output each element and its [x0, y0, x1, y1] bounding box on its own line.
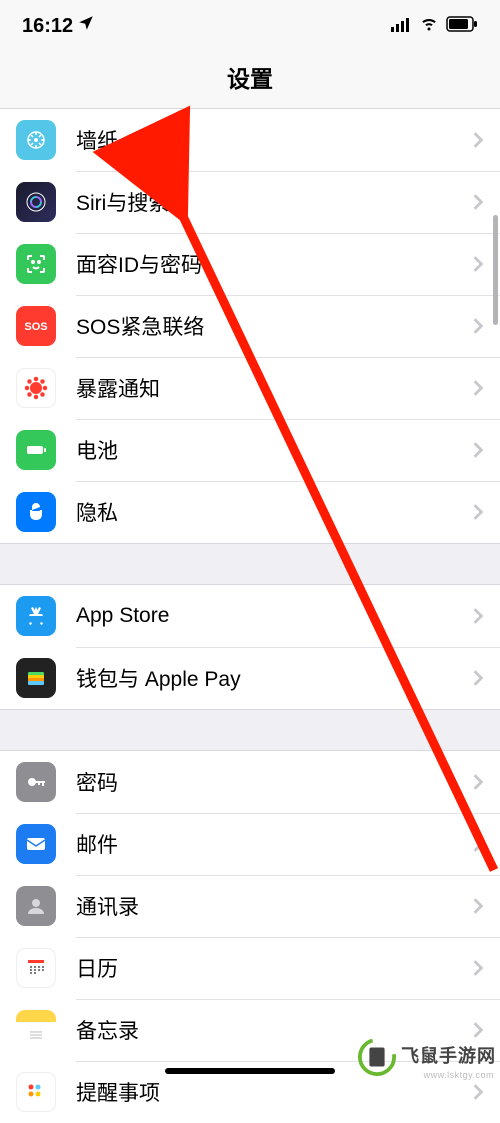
- chevron-right-icon: [472, 959, 484, 977]
- watermark-logo: [358, 1038, 396, 1076]
- wallet-icon: [16, 658, 56, 698]
- chevron-right-icon: [472, 255, 484, 273]
- watermark-text: 飞鼠手游网: [401, 1042, 496, 1068]
- settings-row-exposure[interactable]: 暴露通知: [0, 357, 500, 419]
- privacy-icon: [16, 492, 56, 532]
- chevron-right-icon: [472, 1021, 484, 1039]
- row-label: 隐私: [76, 497, 472, 527]
- chevron-right-icon: [472, 607, 484, 625]
- status-right: [390, 14, 478, 38]
- settings-list[interactable]: 墙纸 Siri与搜索面容ID与密码 SOS SOS紧急联络暴露通知电池隐私 App St…: [0, 109, 500, 1123]
- chevron-right-icon: [472, 897, 484, 915]
- chevron-right-icon: [472, 773, 484, 791]
- status-left: 16:12: [22, 14, 95, 38]
- scroll-indicator[interactable]: [493, 215, 498, 325]
- status-bar: 16:12: [0, 0, 500, 44]
- wallpaper-icon: [16, 120, 56, 160]
- settings-row-faceid[interactable]: 面容ID与密码: [0, 233, 500, 295]
- row-label: 暴露通知: [76, 373, 472, 403]
- chevron-right-icon: [472, 835, 484, 853]
- reminders-icon: [16, 1072, 56, 1112]
- battery-icon: [446, 15, 478, 38]
- siri-icon: [16, 182, 56, 222]
- status-time: 16:12: [22, 15, 73, 38]
- row-label: 密码: [76, 767, 472, 797]
- group-separator: [0, 709, 500, 751]
- settings-row-calendar[interactable]: 日历: [0, 937, 500, 999]
- contacts-icon: [16, 886, 56, 926]
- row-label: 钱包与 Apple Pay: [76, 663, 472, 693]
- chevron-right-icon: [472, 379, 484, 397]
- wifi-icon: [418, 14, 440, 38]
- settings-row-passwords[interactable]: 密码: [0, 751, 500, 813]
- calendar-icon: [16, 948, 56, 988]
- location-icon: [77, 14, 95, 38]
- chevron-right-icon: [472, 317, 484, 335]
- watermark-subtext: www.lsktgy.com: [424, 1070, 494, 1080]
- exposure-icon: [16, 368, 56, 408]
- appstore-icon: [16, 596, 56, 636]
- row-label: App Store: [76, 604, 472, 628]
- settings-row-contacts[interactable]: 通讯录: [0, 875, 500, 937]
- settings-group: App Store 钱包与 Apple Pay: [0, 585, 500, 709]
- svg-text:SOS: SOS: [24, 321, 47, 333]
- chevron-right-icon: [472, 1083, 484, 1101]
- page-header: 设置: [0, 44, 500, 109]
- page-title: 设置: [0, 60, 500, 94]
- settings-row-wallet[interactable]: 钱包与 Apple Pay: [0, 647, 500, 709]
- settings-group: 墙纸 Siri与搜索面容ID与密码 SOS SOS紧急联络暴露通知电池隐私: [0, 109, 500, 543]
- settings-row-siri[interactable]: Siri与搜索: [0, 171, 500, 233]
- notes-icon: [16, 1010, 56, 1050]
- sos-icon: SOS: [16, 306, 56, 346]
- row-label: 通讯录: [76, 891, 472, 921]
- home-indicator[interactable]: [165, 1068, 335, 1074]
- chevron-right-icon: [472, 441, 484, 459]
- row-label: 邮件: [76, 829, 472, 859]
- chevron-right-icon: [472, 131, 484, 149]
- mail-icon: [16, 824, 56, 864]
- settings-row-privacy[interactable]: 隐私: [0, 481, 500, 543]
- row-label: 电池: [76, 435, 472, 465]
- settings-row-sos[interactable]: SOS SOS紧急联络: [0, 295, 500, 357]
- group-separator: [0, 543, 500, 585]
- settings-row-mail[interactable]: 邮件: [0, 813, 500, 875]
- settings-row-wallpaper[interactable]: 墙纸: [0, 109, 500, 171]
- passwords-icon: [16, 762, 56, 802]
- row-label: SOS紧急联络: [76, 311, 472, 341]
- settings-row-appstore[interactable]: App Store: [0, 585, 500, 647]
- row-label: 备忘录: [76, 1015, 472, 1045]
- chevron-right-icon: [472, 503, 484, 521]
- settings-row-battery[interactable]: 电池: [0, 419, 500, 481]
- chevron-right-icon: [472, 193, 484, 211]
- row-label: 面容ID与密码: [76, 249, 472, 279]
- chevron-right-icon: [472, 669, 484, 687]
- signal-icon: [390, 15, 412, 38]
- row-label: 墙纸: [76, 125, 472, 155]
- battery-icon: [16, 430, 56, 470]
- faceid-icon: [16, 244, 56, 284]
- row-label: Siri与搜索: [76, 187, 472, 217]
- row-label: 日历: [76, 953, 472, 983]
- row-label: 提醒事项: [76, 1077, 472, 1107]
